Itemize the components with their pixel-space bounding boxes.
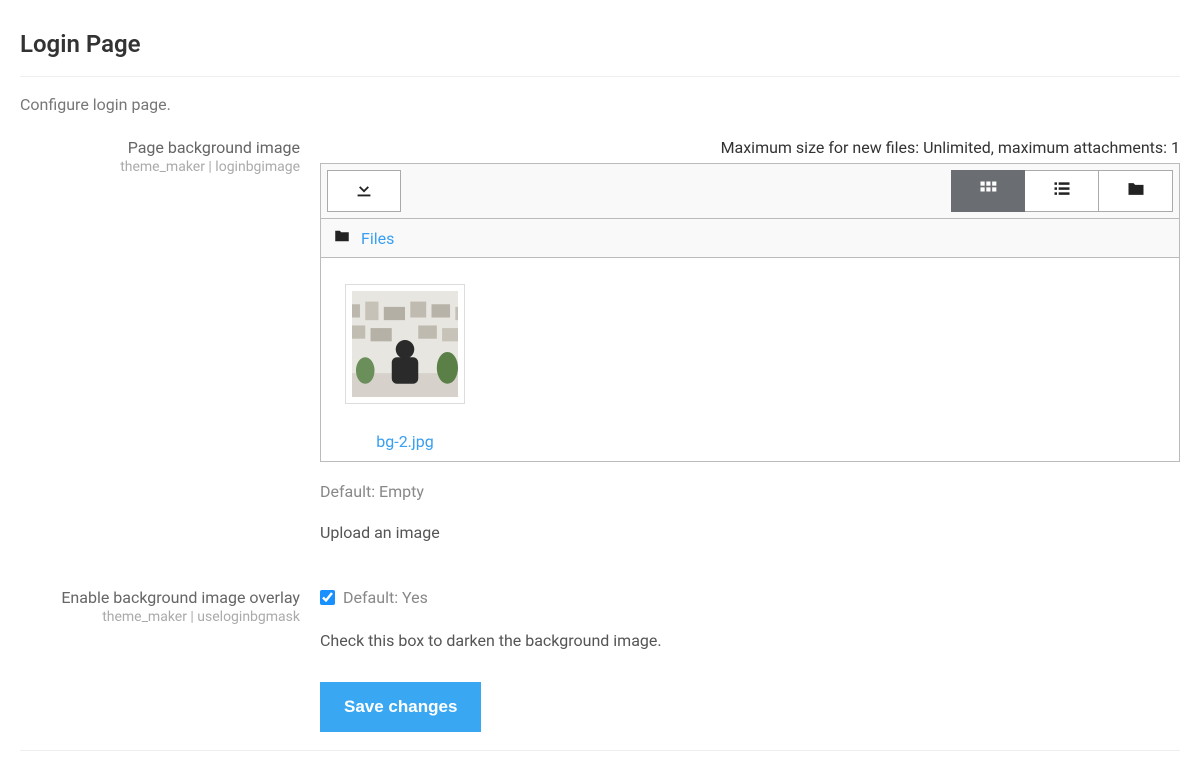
default-value-text: Default: Empty	[320, 482, 1180, 501]
file-name: bg-2.jpg	[345, 432, 465, 451]
setting-label: Enable background image overlay	[20, 588, 300, 607]
file-thumbnail	[345, 284, 465, 404]
file-picker-toolbar	[321, 164, 1179, 219]
max-size-text: Maximum size for new files: Unlimited, m…	[320, 138, 1180, 163]
setting-bgimage: Page background image theme_maker | logi…	[20, 126, 1180, 542]
overlay-checkbox[interactable]	[320, 590, 335, 605]
grid-icon	[978, 179, 998, 203]
view-tree-button[interactable]	[1099, 170, 1173, 212]
default-value-text: Default: Yes	[343, 588, 428, 607]
setting-key: theme_maker | loginbgimage	[20, 159, 300, 175]
file-picker-breadcrumb: Files	[321, 219, 1179, 258]
page-description: Configure login page.	[20, 77, 1180, 126]
file-item[interactable]: bg-2.jpg	[345, 284, 465, 451]
view-list-button[interactable]	[1025, 170, 1099, 212]
help-text: Upload an image	[320, 523, 1180, 542]
page-title: Login Page	[20, 0, 1180, 77]
footer-divider	[20, 750, 1180, 751]
breadcrumb-files-link[interactable]: Files	[361, 229, 394, 248]
setting-label: Page background image	[20, 138, 300, 157]
folder-icon	[333, 227, 351, 249]
setting-key: theme_maker | useloginbgmask	[20, 609, 300, 625]
help-text: Check this box to darken the background …	[320, 631, 1180, 650]
setting-overlay: Enable background image overlay theme_ma…	[20, 588, 1180, 732]
download-icon	[353, 178, 375, 204]
file-picker: Files	[320, 163, 1180, 462]
folder-icon	[1126, 179, 1146, 203]
save-button[interactable]: Save changes	[320, 682, 481, 732]
list-icon	[1052, 179, 1072, 203]
file-picker-files[interactable]: bg-2.jpg	[321, 258, 1179, 461]
view-icons-button[interactable]	[951, 170, 1025, 212]
add-file-button[interactable]	[327, 170, 401, 212]
